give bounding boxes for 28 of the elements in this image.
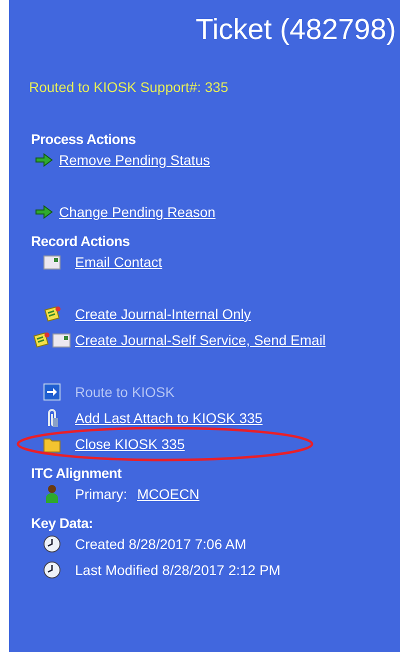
section-heading: Record Actions (31, 233, 131, 249)
folder-icon (43, 436, 61, 452)
date-text: Created 8/28/2017 7:06 AM (75, 536, 246, 552)
section-heading: ITC Alignment (31, 465, 123, 481)
envelope-icon (43, 254, 61, 270)
paperclip-icon (45, 408, 59, 428)
action-link[interactable]: Create Journal-Self Service, Send Email (75, 332, 326, 348)
action-link[interactable]: Change Pending Reason (59, 204, 216, 220)
action-link[interactable]: Add Last Attach to KIOSK 335 (75, 410, 263, 426)
notepad-icon (42, 306, 62, 322)
action-link[interactable]: Remove Pending Status (59, 152, 210, 168)
clock-icon (43, 561, 61, 579)
section-heading: Key Data: (31, 515, 94, 531)
arrow-square-icon (43, 383, 61, 401)
action-link[interactable]: Create Journal-Internal Only (75, 306, 251, 322)
section-heading: Process Actions (31, 131, 137, 147)
clock-icon (43, 535, 61, 553)
person-icon (45, 484, 59, 504)
routing-status: Routed to KIOSK Support#: 335 (29, 79, 230, 95)
arrow-icon (35, 205, 53, 219)
arrow-icon (35, 153, 53, 167)
action-link[interactable]: Email Contact (75, 254, 162, 270)
field-label: Primary: (75, 486, 128, 502)
date-text: Last Modified 8/28/2017 2:12 PM (75, 562, 280, 578)
ticket-title: Ticket (482798) (194, 14, 396, 47)
action-link[interactable]: Close KIOSK 335 (75, 436, 185, 452)
action-link[interactable]: MCOECN (137, 486, 200, 502)
notepad-envelope-icon (32, 332, 72, 348)
